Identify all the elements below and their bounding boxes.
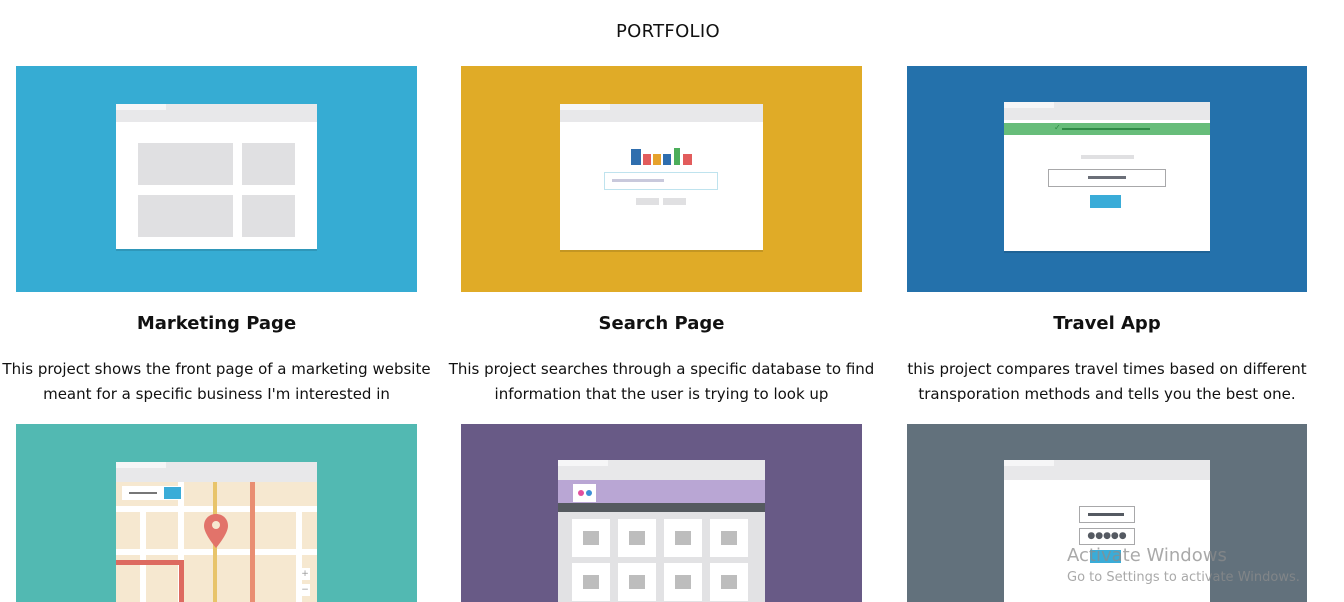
activate-windows-title: Activate Windows xyxy=(1067,545,1227,566)
travel-form-icon: ✓ xyxy=(1004,102,1210,251)
page-title: PORTFOLIO xyxy=(616,21,720,42)
photo-gallery-icon xyxy=(558,460,765,602)
project-description: This project shows the front page of a m… xyxy=(2,360,431,403)
marketing-layout-icon xyxy=(116,104,317,249)
project-description: This project searches through a specific… xyxy=(448,360,875,403)
activate-windows-subtitle: Go to Settings to activate Windows. xyxy=(1067,570,1300,585)
project-thumbnail-travel[interactable]: ✓ xyxy=(907,66,1307,292)
project-thumbnail-marketing[interactable] xyxy=(16,66,417,292)
project-thumbnail-gallery[interactable] xyxy=(461,424,862,602)
project-description: this project compares travel times based… xyxy=(907,360,1307,403)
project-thumbnail-search[interactable] xyxy=(461,66,862,292)
project-title[interactable]: Travel App xyxy=(907,313,1307,334)
project-title[interactable]: Marketing Page xyxy=(16,313,417,334)
project-title[interactable]: Search Page xyxy=(461,313,862,334)
search-results-icon xyxy=(560,104,763,250)
map-icon: + − xyxy=(116,462,317,602)
project-thumbnail-map[interactable]: + − xyxy=(16,424,417,602)
